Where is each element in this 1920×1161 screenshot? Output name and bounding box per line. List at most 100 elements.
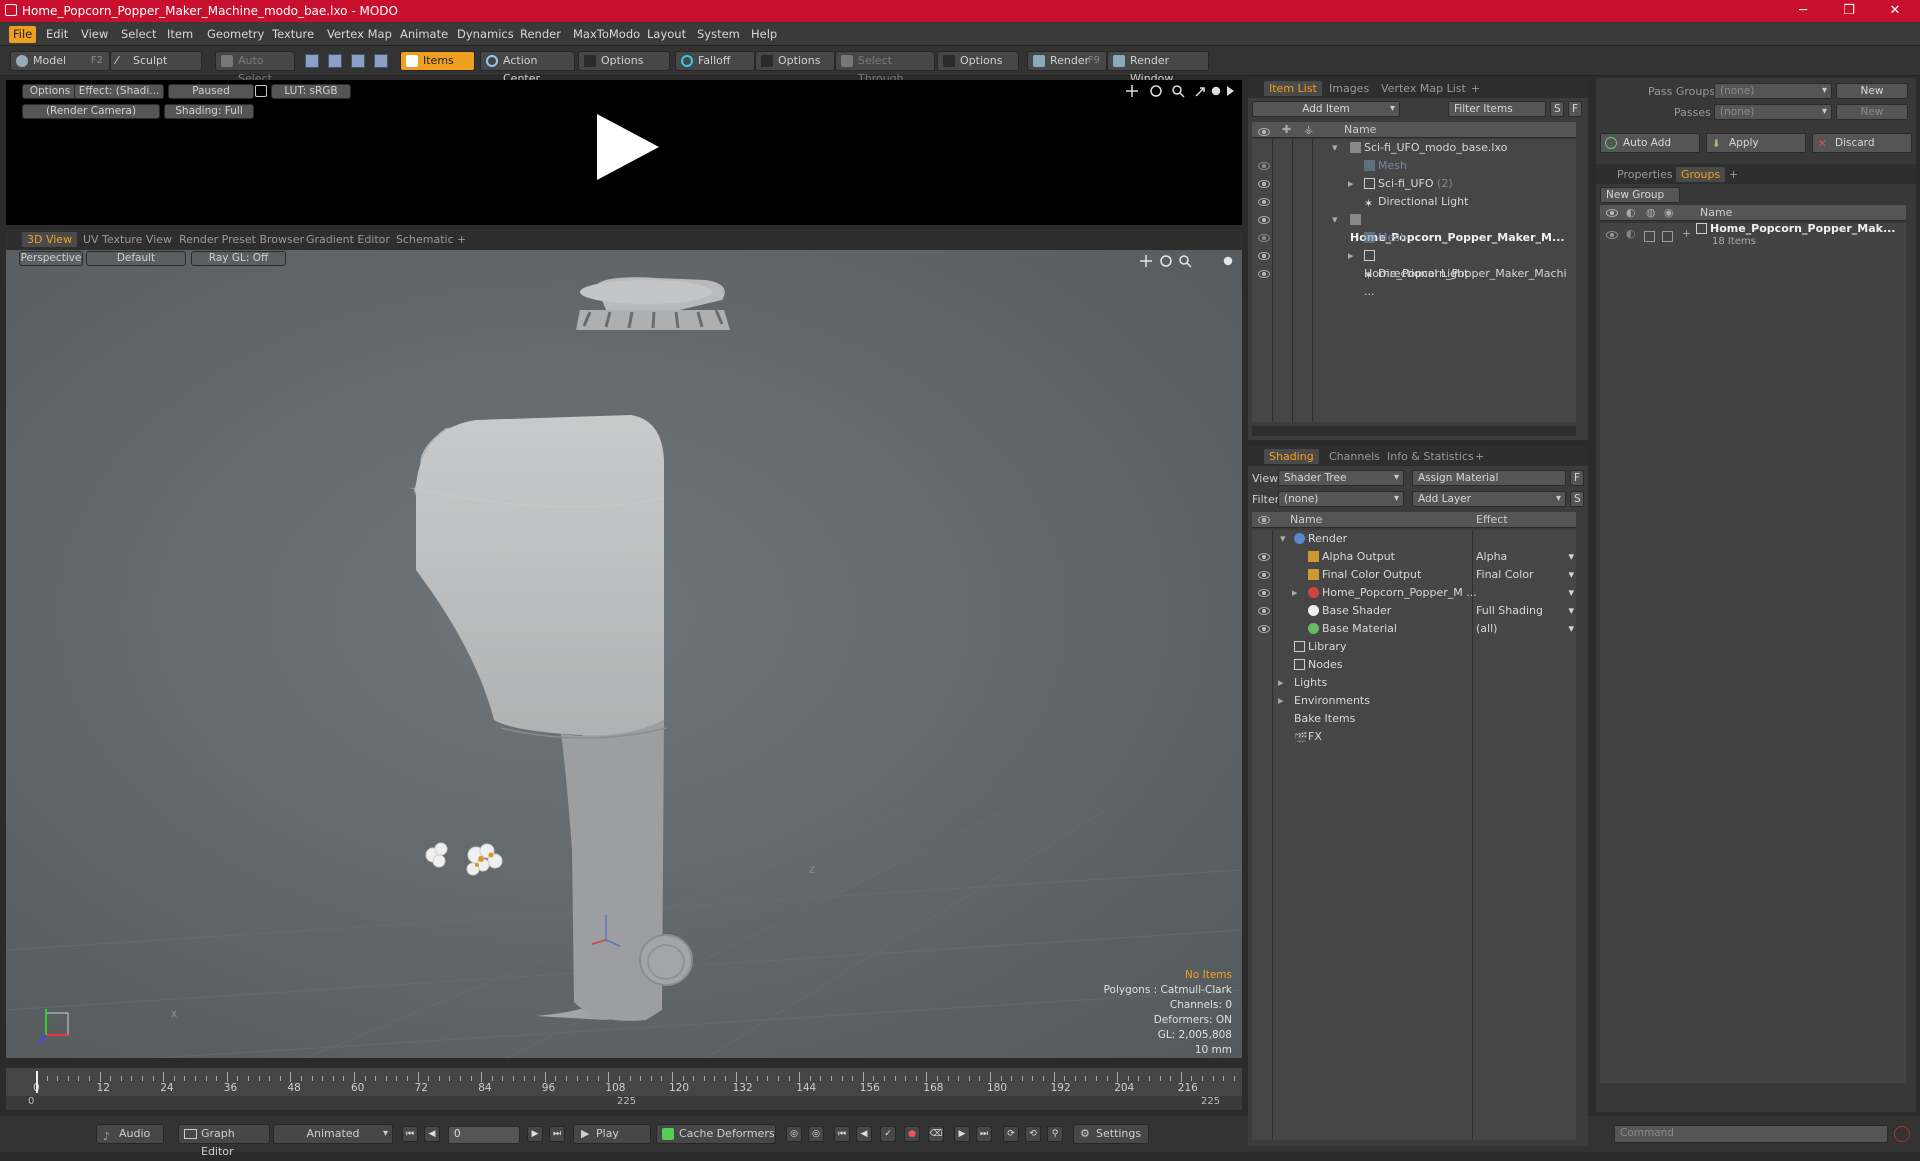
command-input[interactable]: Command (1614, 1125, 1888, 1143)
menu-geometry[interactable]: Geometry (203, 26, 268, 43)
item-row-mesh-2[interactable]: Mesh (1252, 229, 1576, 247)
shader-row-environments[interactable]: ▸ Environments (1252, 692, 1576, 710)
menu-animate[interactable]: Animate (396, 26, 452, 43)
view-dropdown[interactable]: Shader Tree (1278, 470, 1404, 486)
prev-key-icon[interactable]: ◀ (424, 1126, 440, 1142)
sculpt-button[interactable]: ⁄ Sculpt (110, 51, 202, 71)
item-row-popcorn-machine[interactable]: ▸ Home_Popcorn_Popper_Maker_Machi ... (1252, 247, 1576, 298)
lut-dropdown[interactable]: LUT: sRGB (271, 84, 351, 99)
materials-mode-icon[interactable] (374, 54, 388, 68)
effect-dropdown[interactable]: Effect: (Shadi... (74, 84, 164, 99)
falloff-options-button[interactable]: Options (755, 51, 835, 71)
key-icon[interactable]: ◎ (786, 1126, 802, 1142)
paused-button[interactable]: Paused (168, 84, 254, 99)
popcorn-kernels-model[interactable] (411, 825, 531, 885)
discard-button[interactable]: ✕ Discard (1812, 133, 1912, 153)
menu-texture[interactable]: Texture (268, 26, 318, 43)
visibility-eye-icon[interactable] (1258, 234, 1270, 242)
collapse-arrow[interactable]: ▾ (1280, 530, 1286, 548)
tab-groups[interactable]: Groups (1676, 167, 1726, 182)
key-all-icon[interactable]: ◎ (808, 1126, 824, 1142)
shader-row-render[interactable]: ▾ Render (1252, 530, 1576, 548)
apply-button[interactable]: ⬇ Apply (1706, 133, 1806, 153)
expand-plus-icon[interactable]: + (1682, 225, 1691, 243)
visibility-eye-icon[interactable] (1258, 180, 1270, 188)
go-end-icon[interactable]: ⏭ (549, 1126, 565, 1142)
visibility-eye-icon[interactable] (1258, 607, 1270, 615)
perspective-dropdown[interactable]: Perspective (19, 251, 83, 266)
shader-row-lights[interactable]: ▸ Lights (1252, 674, 1576, 692)
filter-items-input[interactable]: Filter Items (1448, 101, 1546, 117)
audio-button[interactable]: ♪ Audio (96, 1124, 164, 1144)
horizontal-scrollbar[interactable] (1252, 426, 1576, 436)
alpha-effect-dropdown[interactable]: Alpha ▾ (1476, 548, 1576, 566)
tab-channels[interactable]: Channels (1324, 449, 1385, 464)
tab-info-statistics[interactable]: Info & Statistics (1382, 449, 1479, 464)
preview-options-button[interactable]: Options (22, 84, 78, 99)
minimize-button[interactable]: ─ (1780, 0, 1826, 22)
auto-add-button[interactable]: Auto Add (1600, 133, 1700, 153)
default-dropdown[interactable]: Default (86, 251, 186, 266)
play-preview-icon[interactable] (591, 112, 661, 182)
add-tab-button[interactable]: + (1724, 167, 1743, 182)
shader-row-base-shader[interactable]: Base Shader Full Shading ▾ (1252, 602, 1576, 620)
shader-row-fx[interactable]: 🎬FX (1252, 728, 1576, 746)
new-pass-group-button[interactable]: New (1836, 83, 1908, 99)
add-tab-button[interactable]: + (1466, 81, 1485, 96)
record-icon[interactable]: ● (904, 1126, 920, 1142)
select-checkbox[interactable] (1662, 231, 1673, 242)
maximize-button[interactable]: ❐ (1826, 0, 1872, 22)
refresh-icon[interactable]: ⟲ (1025, 1126, 1041, 1142)
render-camera-dropdown[interactable]: (Render Camera) (22, 104, 160, 119)
settings-button[interactable]: ⚙ Settings (1073, 1124, 1149, 1144)
item-row-directional-light-1[interactable]: ✶ Directional Light (1252, 193, 1576, 211)
tab-render-preset-browser[interactable]: Render Preset Browser (174, 232, 309, 247)
vertices-mode-icon[interactable] (305, 54, 319, 68)
command-history-icon[interactable] (1894, 1126, 1910, 1142)
shader-row-bake-items[interactable]: Bake Items (1252, 710, 1576, 728)
visibility-eye-icon[interactable] (1258, 270, 1270, 278)
visibility-eye-icon[interactable] (1258, 571, 1270, 579)
timeline-ruler[interactable]: 0122436486072849610812013214415616818019… (6, 1068, 1242, 1096)
menu-file[interactable]: File (9, 26, 37, 43)
add-item-dropdown[interactable]: Add Item (1252, 101, 1400, 117)
delete-key-icon[interactable]: ⌫ (928, 1126, 944, 1142)
menu-vertex-map[interactable]: Vertex Map (323, 26, 396, 43)
add-tab-button[interactable]: + (452, 232, 471, 247)
lock-checkbox[interactable] (1644, 231, 1655, 242)
expand-arrow[interactable]: ▸ (1292, 584, 1298, 602)
filter-dropdown[interactable]: (none) (1278, 491, 1404, 507)
items-mode-button[interactable]: Items (400, 51, 475, 71)
first-key-icon[interactable]: ⏮ (834, 1126, 850, 1142)
tab-item-list[interactable]: Item List (1264, 81, 1322, 96)
tab-uv-texture-view[interactable]: UV Texture View (78, 232, 177, 247)
expand-arrow[interactable]: ▸ (1348, 247, 1354, 265)
timeline[interactable]: 0 12 24 36 48 60 72 84 96 108 120 132 144 156 168 180 19… (6, 1068, 1242, 1110)
next-key-icon[interactable]: ▶ (527, 1126, 543, 1142)
menu-dynamics[interactable]: Dynamics (453, 26, 518, 43)
filter-s-button[interactable]: S (1550, 101, 1564, 117)
material-effect-dropdown[interactable]: (all) ▾ (1476, 620, 1576, 638)
item-row-scifi-ufo[interactable]: ▸ Sci-fi_UFO (2) (1252, 175, 1576, 193)
shader-row-base-material[interactable]: Base Material (all) ▾ (1252, 620, 1576, 638)
channel-icon[interactable]: ⟳ (1003, 1126, 1019, 1142)
render-button[interactable]: Render F9 (1027, 51, 1107, 71)
final-color-effect-dropdown[interactable]: Final Color ▾ (1476, 566, 1576, 584)
tab-images[interactable]: Images (1324, 81, 1374, 96)
expand-arrow[interactable]: ▸ (1348, 175, 1354, 193)
visibility-eye-icon[interactable] (1258, 553, 1270, 561)
play-button[interactable]: ▶ Play (573, 1124, 651, 1144)
raygl-dropdown[interactable]: Ray GL: Off (191, 251, 286, 266)
action-center-button[interactable]: Action Center (480, 51, 575, 85)
animated-dropdown[interactable]: Animated (273, 1124, 393, 1144)
item-row-directional-light-2[interactable]: ✶ Directional Light (1252, 265, 1576, 283)
menu-view[interactable]: View (77, 26, 112, 43)
link-icon[interactable]: ⚲ (1047, 1126, 1063, 1142)
visibility-eye-icon[interactable] (1258, 216, 1270, 224)
group-row[interactable]: ◐ + Home_Popcorn_Popper_Mak... 18 Items (1600, 222, 1906, 253)
passes-dropdown[interactable]: (none) (1714, 104, 1832, 120)
item-row-mesh[interactable]: Mesh (1252, 157, 1576, 175)
timeline-cursor[interactable] (36, 1071, 38, 1093)
graph-editor-button[interactable]: Graph Editor (178, 1124, 270, 1158)
shader-row-nodes[interactable]: Nodes (1252, 656, 1576, 674)
